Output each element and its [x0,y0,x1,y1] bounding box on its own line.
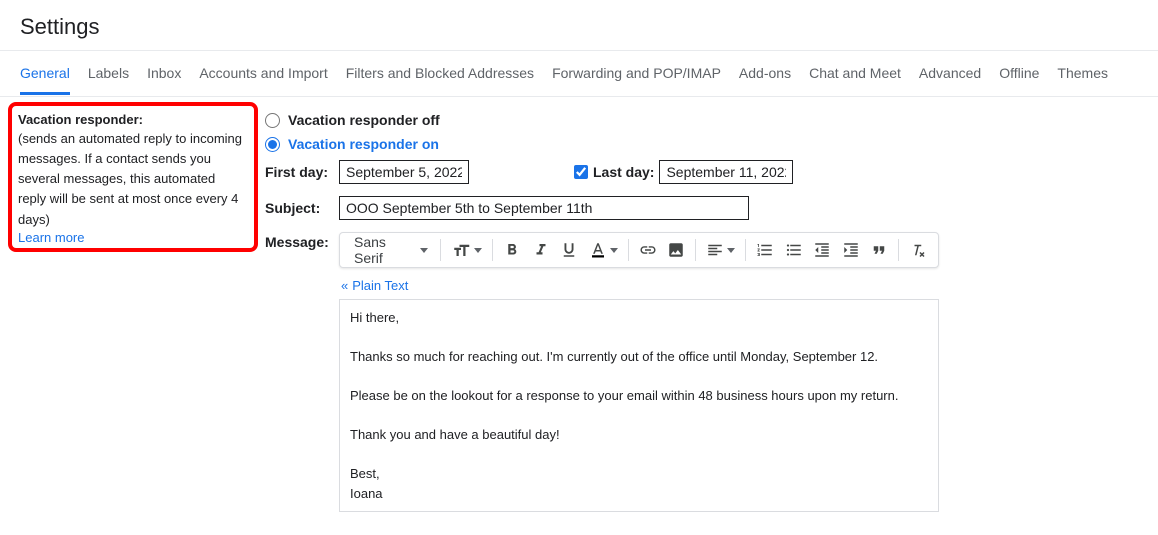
last-day-label: Last day: [593,164,654,180]
italic-icon [532,241,550,259]
remove-formatting-button[interactable] [905,236,931,264]
responder-off-label: Vacation responder off [288,112,440,128]
italic-button[interactable] [528,236,554,264]
indent-more-icon [842,241,860,259]
image-icon [667,241,685,259]
section-side-description: Vacation responder: (sends an automated … [0,102,255,512]
text-color-button[interactable] [585,241,622,259]
insert-link-button[interactable] [634,236,660,264]
tab-themes[interactable]: Themes [1057,52,1108,95]
quote-button[interactable] [866,236,892,264]
font-size-icon [451,241,471,259]
chevron-down-icon [420,248,428,253]
toolbar-separator [492,239,493,261]
responder-on-option[interactable]: Vacation responder on [265,136,1138,152]
toolbar-separator [745,239,746,261]
message-body-editor[interactable]: Hi there, Thanks so much for reaching ou… [339,299,939,512]
responder-on-label: Vacation responder on [288,136,439,152]
tab-forwarding-pop[interactable]: Forwarding and POP/IMAP [552,52,721,95]
tab-accounts-import[interactable]: Accounts and Import [199,52,327,95]
align-left-icon [706,241,724,259]
vacation-responder-form: Vacation responder off Vacation responde… [255,102,1158,512]
double-arrow-left-icon: « [341,278,348,293]
underline-icon [560,241,578,259]
underline-button[interactable] [556,236,582,264]
page-title: Settings [0,0,1158,51]
settings-tabs: General Labels Inbox Accounts and Import… [0,51,1158,97]
numbered-list-button[interactable] [752,236,778,264]
plain-text-link[interactable]: « Plain Text [341,278,939,293]
tab-general[interactable]: General [20,52,70,95]
subject-input[interactable] [339,196,749,220]
tab-advanced[interactable]: Advanced [919,52,981,95]
tab-filters-blocked[interactable]: Filters and Blocked Addresses [346,52,534,95]
chevron-down-icon [610,248,618,253]
bold-button[interactable] [499,236,525,264]
text-color-icon [589,241,607,259]
responder-off-radio[interactable] [265,113,280,128]
tab-chat-meet[interactable]: Chat and Meet [809,52,901,95]
tab-inbox[interactable]: Inbox [147,52,181,95]
align-button[interactable] [702,241,739,259]
message-label: Message: [265,232,339,250]
link-icon [639,241,657,259]
indent-less-button[interactable] [809,236,835,264]
responder-on-radio[interactable] [265,137,280,152]
section-description: (sends an automated reply to incoming me… [18,129,247,230]
last-day-checkbox[interactable] [574,165,588,179]
indent-more-button[interactable] [838,236,864,264]
numbered-list-icon [756,241,774,259]
learn-more-link[interactable]: Learn more [18,230,84,245]
bold-icon [503,241,521,259]
toolbar-separator [440,239,441,261]
insert-image-button[interactable] [663,236,689,264]
toolbar-separator [898,239,899,261]
plain-text-label: Plain Text [352,278,408,293]
indent-less-icon [813,241,831,259]
editor-toolbar: Sans Serif [339,232,939,268]
responder-off-option[interactable]: Vacation responder off [265,112,1138,128]
section-title: Vacation responder: [18,112,247,127]
font-family-select[interactable]: Sans Serif [346,236,434,264]
font-size-select[interactable] [447,241,486,259]
chevron-down-icon [474,248,482,253]
tab-offline[interactable]: Offline [999,52,1039,95]
first-day-label: First day: [265,164,339,180]
first-day-input[interactable] [339,160,469,184]
toolbar-separator [628,239,629,261]
chevron-down-icon [727,248,735,253]
last-day-input[interactable] [659,160,793,184]
clear-format-icon [910,241,928,259]
bulleted-list-icon [785,241,803,259]
tab-addons[interactable]: Add-ons [739,52,791,95]
quote-icon [870,241,888,259]
font-family-name: Sans Serif [354,234,414,266]
toolbar-separator [695,239,696,261]
bulleted-list-button[interactable] [781,236,807,264]
subject-label: Subject: [265,200,339,216]
tab-labels[interactable]: Labels [88,52,129,95]
